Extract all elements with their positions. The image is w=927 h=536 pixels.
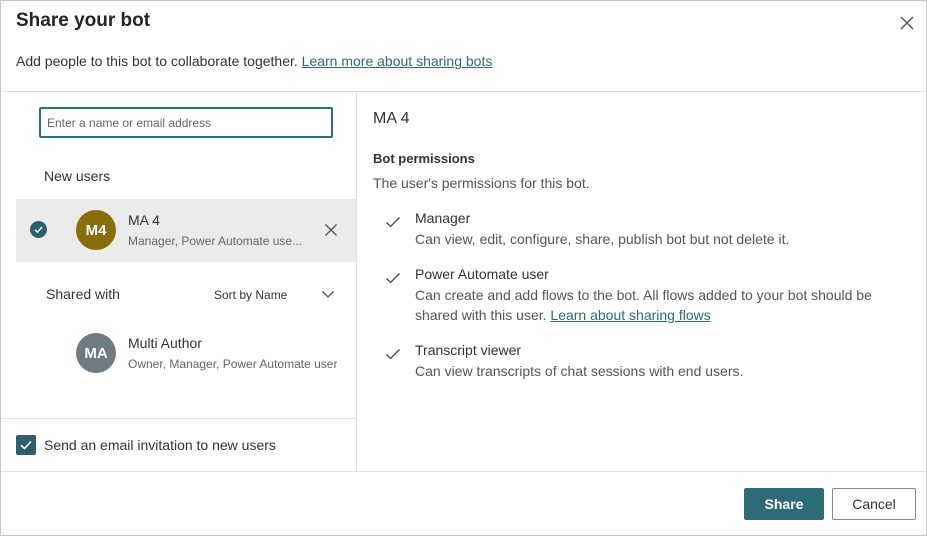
search-input[interactable]: [39, 107, 333, 138]
shared-with-label: Shared with: [46, 286, 120, 302]
check-icon: [385, 214, 401, 230]
check-icon: [385, 346, 401, 362]
avatar: M4: [76, 210, 116, 250]
cancel-button[interactable]: Cancel: [832, 488, 916, 520]
email-invite-label: Send an email invitation to new users: [44, 437, 276, 453]
permission-desc-text: Can view, edit, configure, share, publis…: [415, 231, 790, 247]
email-invite-checkbox[interactable]: [16, 435, 36, 455]
permission-desc-text: Can view transcripts of chat sessions wi…: [415, 363, 744, 379]
chevron-down-icon[interactable]: [321, 287, 335, 301]
share-bot-dialog: Share your bot Add people to this bot to…: [0, 0, 927, 536]
user-role: Owner, Manager, Power Automate user: [128, 357, 338, 371]
sort-dropdown[interactable]: Sort by Name: [214, 288, 287, 302]
selected-user-title: MA 4: [373, 110, 410, 127]
divider-left-footer: [1, 418, 356, 419]
permissions-subtitle: The user's permissions for this bot.: [373, 175, 590, 191]
share-button[interactable]: Share: [744, 488, 824, 520]
permission-desc: Can create and add flows to the bot. All…: [415, 285, 905, 325]
close-icon[interactable]: [898, 14, 916, 32]
user-role: Manager, Power Automate use...: [128, 234, 303, 248]
avatar: MA: [76, 333, 116, 373]
permissions-heading: Bot permissions: [373, 151, 475, 166]
selected-check-icon: [30, 221, 47, 238]
dialog-subtitle: Add people to this bot to collaborate to…: [16, 53, 492, 69]
new-users-label: New users: [44, 168, 111, 184]
permission-desc: Can view, edit, configure, share, publis…: [415, 229, 905, 249]
divider-top: [1, 91, 926, 92]
remove-user-icon[interactable]: [324, 223, 338, 237]
permission-desc: Can view transcripts of chat sessions wi…: [415, 361, 905, 381]
learn-about-sharing-flows-link[interactable]: Learn about sharing flows: [550, 307, 710, 323]
divider-vertical: [356, 92, 357, 471]
permission-name: Manager: [415, 210, 471, 226]
user-name: Multi Author: [128, 335, 202, 351]
permission-name: Transcript viewer: [415, 342, 522, 358]
divider-bottom: [1, 471, 926, 472]
dialog-title: Share your bot: [16, 10, 151, 31]
check-icon: [385, 270, 401, 286]
permission-name: Power Automate user: [415, 266, 549, 282]
user-name: MA 4: [128, 212, 160, 228]
subtitle-text: Add people to this bot to collaborate to…: [16, 53, 302, 69]
new-user-row[interactable]: M4 MA 4 Manager, Power Automate use...: [16, 199, 356, 262]
learn-more-sharing-bots-link[interactable]: Learn more about sharing bots: [302, 53, 493, 69]
